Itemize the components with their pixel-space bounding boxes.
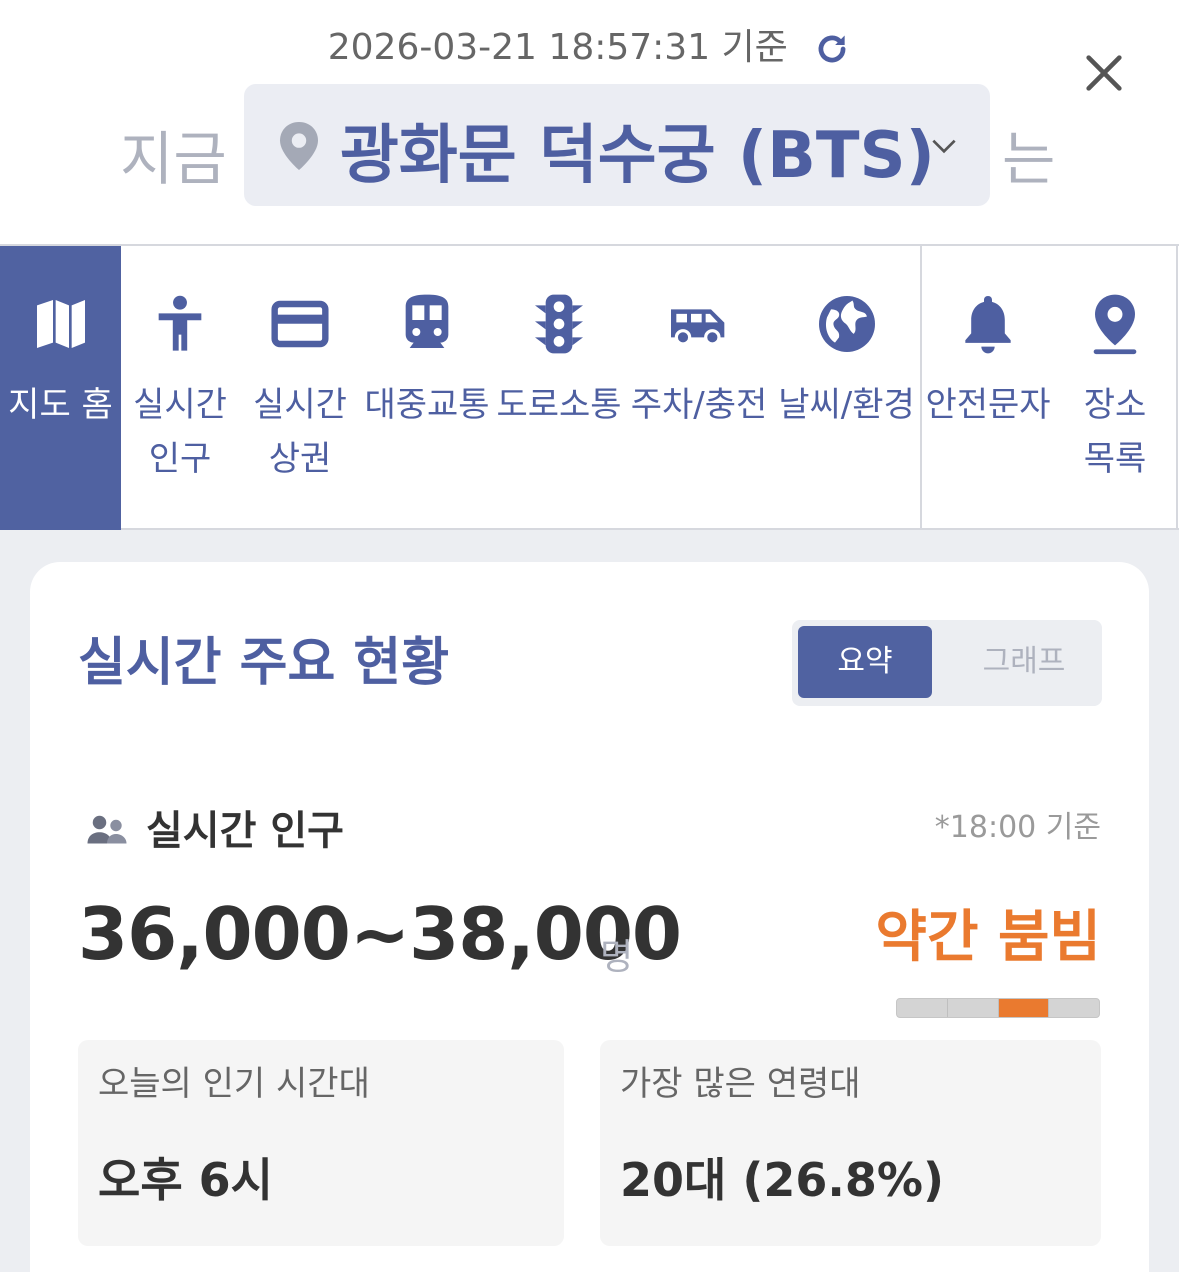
nav-border: [1176, 246, 1178, 530]
top-age-value: 20대 (26.8%): [620, 1153, 944, 1207]
nav-label: 안전문자: [925, 385, 1051, 425]
location-dropdown[interactable]: 광화문 덕수궁 (BTS): [244, 84, 990, 206]
top-age-box: 가장 많은 연령대 20대 (26.8%): [600, 1040, 1101, 1246]
nav-item-public-transit[interactable]: 대중교통: [361, 246, 493, 530]
congestion-gauge-segment: [948, 999, 999, 1017]
summary-tab[interactable]: 요약: [798, 626, 932, 698]
graph-tab[interactable]: 그래프: [952, 626, 1096, 698]
traffic-light-icon: [535, 294, 583, 354]
nav-item-live-commerce[interactable]: 실시간 상권: [239, 246, 361, 530]
nav-item-map-home[interactable]: 지도 홈: [0, 246, 121, 530]
people-icon: [87, 815, 127, 844]
population-title: 실시간 인구: [146, 808, 344, 854]
nav-item-live-population[interactable]: 실시간 인구: [121, 246, 239, 530]
nav-item-place-list[interactable]: 장소 목록: [1054, 246, 1176, 530]
chevron-down-icon: [932, 139, 956, 154]
card-title: 실시간 주요 현황: [78, 633, 450, 693]
top-age-label: 가장 많은 연령대: [620, 1064, 861, 1104]
population-note: *18:00 기준: [934, 810, 1101, 845]
location-prefix: 지금: [120, 125, 227, 193]
timestamp-text: 2026-03-21 18:57:31 기준: [327, 27, 788, 68]
bell-icon: [965, 296, 1011, 354]
congestion-status: 약간 붐빔: [875, 905, 1101, 970]
nav-label: 도로소통: [496, 385, 622, 425]
view-toggle: 요약 그래프: [792, 620, 1102, 706]
population-range: 36,000~38,000: [78, 892, 682, 976]
nav-label: 실시간 인구: [133, 385, 227, 479]
pin-icon: [1093, 294, 1137, 355]
population-unit: 명: [600, 937, 634, 978]
location-row: 지금 광화문 덕수궁 (BTS) 는: [0, 84, 1179, 208]
update-timestamp: 2026-03-21 18:57:31 기준: [0, 18, 1179, 70]
card-icon: [271, 300, 329, 348]
refresh-icon[interactable]: [813, 30, 851, 68]
header: 2026-03-21 18:57:31 기준 지금 광화문 덕수궁 (BTS) …: [0, 0, 1179, 244]
location-pin-icon: [280, 122, 318, 170]
person-icon: [158, 295, 202, 351]
train-icon: [405, 294, 449, 348]
nav-item-weather-environment[interactable]: 날씨/환경: [773, 246, 920, 530]
globe-icon: [818, 296, 875, 352]
popular-time-value: 오후 6시: [98, 1153, 273, 1207]
location-suffix: 는: [1002, 125, 1056, 193]
status-card: 실시간 주요 현황 요약 그래프 실시간 인구 *18:00 기준 36,000…: [30, 562, 1149, 1272]
nav-label: 지도 홈: [8, 385, 113, 425]
nav-label: 주차/충전: [630, 385, 768, 425]
nav-label: 대중교통: [364, 385, 490, 425]
congestion-gauge-segment: [897, 999, 948, 1017]
nav-label: 실시간 상권: [253, 385, 347, 479]
congestion-gauge-segment: [1049, 999, 1099, 1017]
popular-time-label: 오늘의 인기 시간대: [98, 1064, 370, 1104]
van-icon: [671, 309, 725, 346]
nav-label: 날씨/환경: [778, 385, 915, 425]
congestion-gauge-segment: [998, 999, 1050, 1017]
congestion-gauge: [896, 998, 1100, 1018]
nav-item-road-traffic[interactable]: 도로소통: [493, 246, 625, 530]
nav-item-parking-charging[interactable]: 주차/충전: [625, 246, 773, 530]
popular-time-box: 오늘의 인기 시간대 오후 6시: [78, 1040, 564, 1246]
category-nav: 지도 홈 실시간 인구 실시간 상권 대중교통 도로소통 주차/충전 날씨/환경…: [0, 244, 1179, 530]
nav-label: 장소 목록: [1083, 385, 1147, 479]
location-name: 광화문 덕수궁 (BTS): [340, 119, 935, 193]
map-icon: [36, 300, 85, 348]
nav-item-safety-alerts[interactable]: 안전문자: [922, 246, 1054, 530]
